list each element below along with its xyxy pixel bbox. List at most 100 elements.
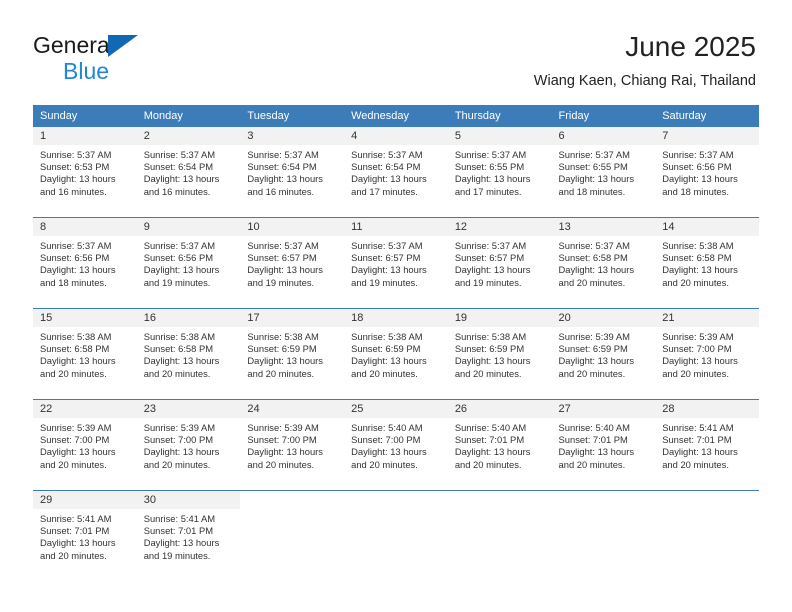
sunrise-text: Sunrise: 5:41 AM [143,513,216,524]
calendar-day-cell[interactable]: 6 Sunrise: 5:37 AM Sunset: 6:55 PM Daylight… [551,127,656,218]
daylight-text-line2: and 20 minutes. [247,367,315,379]
day-details: Sunrise: 5:41 AM Sunset: 7:01 PM Daylight:… [137,509,241,562]
sunrise-text: Sunrise: 5:38 AM [662,240,734,251]
daylight-text-line1: Daylight: 13 hours [143,446,220,458]
calendar-day-cell[interactable]: 17 Sunrise: 5:38 AM Sunset: 6:59 PM Dayligh… [240,308,345,400]
daylight-text-line1: Daylight: 13 hours [558,355,635,367]
calendar-day-cell[interactable]: 29 Sunrise: 5:41 AM Sunset: 7:01 PM Dayligh… [33,490,137,581]
daylight-text-line2: and 16 minutes. [247,185,315,197]
calendar-day-cell[interactable]: 24 Sunrise: 5:39 AM Sunset: 7:00 PM Dayligh… [240,399,345,491]
calendar-week-row: 22 Sunrise: 5:39 AM Sunset: 7:00 PM Dayligh… [33,399,759,491]
calendar-week-row: 8 Sunrise: 5:37 AM Sunset: 6:56 PM Daylight… [33,217,759,309]
calendar-day-cell[interactable]: 12 Sunrise: 5:37 AM Sunset: 6:57 PM Dayligh… [447,217,552,309]
day-number: 19 [447,309,552,327]
general-blue-logo[interactable]: General Blue [33,32,213,86]
calendar-day-cell[interactable]: 16 Sunrise: 5:38 AM Sunset: 6:58 PM Dayligh… [136,308,241,400]
sunrise-sunset-calendar-table: Sunday Monday Tuesday Wednesday Thursday… [33,105,759,581]
daylight-text-line1: Daylight: 13 hours [454,173,531,185]
sunrise-text: Sunrise: 5:38 AM [351,331,423,342]
day-details: Sunrise: 5:37 AM Sunset: 6:54 PM Daylight:… [137,145,241,198]
weekday-header-sunday: Sunday [33,105,137,127]
calendar-day-cell[interactable]: 27 Sunrise: 5:40 AM Sunset: 7:01 PM Dayligh… [551,399,656,491]
calendar-day-cell[interactable]: 25 Sunrise: 5:40 AM Sunset: 7:00 PM Dayligh… [344,399,448,491]
daylight-text-line1: Daylight: 13 hours [143,355,220,367]
day-number: 25 [344,400,448,418]
daylight-text-line2: and 18 minutes. [40,276,107,288]
day-details: Sunrise: 5:39 AM Sunset: 7:00 PM Daylight:… [137,418,241,471]
daylight-text-line2: and 20 minutes. [454,458,522,470]
sunset-text: Sunset: 6:59 PM [351,343,421,355]
calendar-header-row: Sunday Monday Tuesday Wednesday Thursday… [33,105,759,127]
calendar-day-cell[interactable]: 8 Sunrise: 5:37 AM Sunset: 6:56 PM Daylight… [33,217,137,309]
day-number: 28 [655,400,759,418]
calendar-day-cell[interactable]: 23 Sunrise: 5:39 AM Sunset: 7:00 PM Dayligh… [136,399,241,491]
daylight-text-line2: and 19 minutes. [143,549,211,561]
day-number [447,491,552,509]
sunrise-text: Sunrise: 5:41 AM [40,513,112,524]
calendar-day-cell[interactable]: 19 Sunrise: 5:38 AM Sunset: 6:59 PM Dayligh… [447,308,552,400]
sunrise-text: Sunrise: 5:40 AM [558,422,630,433]
day-number [551,491,656,509]
day-number: 5 [447,127,552,145]
calendar-day-cell[interactable]: 4 Sunrise: 5:37 AM Sunset: 6:54 PM Daylight… [344,127,448,218]
calendar-day-cell[interactable]: 7 Sunrise: 5:37 AM Sunset: 6:56 PM Daylight… [655,127,759,218]
day-number: 4 [344,127,448,145]
daylight-text-line2: and 20 minutes. [143,367,211,379]
daylight-text-line2: and 19 minutes. [247,276,315,288]
daylight-text-line1: Daylight: 13 hours [40,537,116,549]
weekday-header-thursday: Thursday [447,105,552,127]
day-details: Sunrise: 5:37 AM Sunset: 6:55 PM Daylight:… [552,145,656,198]
day-number: 11 [344,218,448,236]
day-number: 2 [136,127,241,145]
sunset-text: Sunset: 6:58 PM [40,343,110,355]
calendar-day-cell[interactable]: 2 Sunrise: 5:37 AM Sunset: 6:54 PM Daylight… [136,127,241,218]
day-number: 18 [344,309,448,327]
calendar-day-cell[interactable]: 26 Sunrise: 5:40 AM Sunset: 7:01 PM Dayligh… [447,399,552,491]
sunset-text: Sunset: 6:57 PM [351,252,421,264]
daylight-text-line1: Daylight: 13 hours [40,264,116,276]
daylight-text-line1: Daylight: 13 hours [351,355,427,367]
calendar-body: 1 Sunrise: 5:37 AM Sunset: 6:53 PM Daylight… [33,127,759,581]
logo-text-blue: Blue [63,58,110,84]
calendar-day-cell[interactable]: 3 Sunrise: 5:37 AM Sunset: 6:54 PM Daylight… [240,127,345,218]
calendar-day-cell[interactable]: 15 Sunrise: 5:38 AM Sunset: 6:58 PM Dayligh… [33,308,137,400]
calendar-day-cell[interactable]: 14 Sunrise: 5:38 AM Sunset: 6:58 PM Dayligh… [655,217,759,309]
sunrise-text: Sunrise: 5:37 AM [143,149,216,160]
daylight-text-line1: Daylight: 13 hours [662,355,738,367]
daylight-text-line2: and 16 minutes. [143,185,211,197]
calendar-day-cell[interactable]: 11 Sunrise: 5:37 AM Sunset: 6:57 PM Dayligh… [344,217,448,309]
calendar-day-cell[interactable]: 5 Sunrise: 5:37 AM Sunset: 6:55 PM Daylight… [447,127,552,218]
daylight-text-line1: Daylight: 13 hours [662,173,738,185]
sunset-text: Sunset: 7:01 PM [454,434,525,446]
calendar-day-cell[interactable]: 21 Sunrise: 5:39 AM Sunset: 7:00 PM Dayligh… [655,308,759,400]
calendar-day-cell[interactable]: 30 Sunrise: 5:41 AM Sunset: 7:01 PM Dayligh… [136,490,241,581]
sunrise-text: Sunrise: 5:37 AM [247,240,319,251]
calendar-day-cell[interactable]: 10 Sunrise: 5:37 AM Sunset: 6:57 PM Dayligh… [240,217,345,309]
calendar-day-cell-empty [240,490,345,581]
sunrise-text: Sunrise: 5:38 AM [454,331,527,342]
daylight-text-line1: Daylight: 13 hours [40,173,116,185]
daylight-text-line2: and 18 minutes. [558,185,626,197]
calendar-day-cell[interactable]: 18 Sunrise: 5:38 AM Sunset: 6:59 PM Dayligh… [344,308,448,400]
calendar-day-cell-empty [447,490,552,581]
calendar-day-cell[interactable]: 1 Sunrise: 5:37 AM Sunset: 6:53 PM Daylight… [33,127,137,218]
sunset-text: Sunset: 6:58 PM [662,252,732,264]
sunset-text: Sunset: 7:00 PM [351,434,421,446]
day-details: Sunrise: 5:37 AM Sunset: 6:56 PM Daylight:… [655,145,759,198]
sunrise-text: Sunrise: 5:37 AM [351,149,423,160]
daylight-text-line1: Daylight: 13 hours [454,446,531,458]
day-details: Sunrise: 5:37 AM Sunset: 6:54 PM Daylight:… [240,145,344,198]
calendar-day-cell[interactable]: 22 Sunrise: 5:39 AM Sunset: 7:00 PM Dayligh… [33,399,137,491]
calendar-day-cell[interactable]: 9 Sunrise: 5:37 AM Sunset: 6:56 PM Daylight… [136,217,241,309]
daylight-text-line1: Daylight: 13 hours [454,264,531,276]
calendar-day-cell[interactable]: 20 Sunrise: 5:39 AM Sunset: 6:59 PM Dayligh… [551,308,656,400]
day-details: Sunrise: 5:37 AM Sunset: 6:57 PM Daylight:… [344,236,448,289]
sunrise-text: Sunrise: 5:39 AM [247,422,319,433]
calendar-day-cell[interactable]: 28 Sunrise: 5:41 AM Sunset: 7:01 PM Dayligh… [655,399,759,491]
day-number: 29 [33,491,137,509]
day-number [240,491,345,509]
page-header: General Blue June 2025 Wiang Kaen, Chian… [0,0,792,100]
daylight-text-line1: Daylight: 13 hours [351,264,427,276]
calendar-day-cell[interactable]: 13 Sunrise: 5:37 AM Sunset: 6:58 PM Dayligh… [551,217,656,309]
day-details: Sunrise: 5:38 AM Sunset: 6:59 PM Daylight:… [344,327,448,380]
